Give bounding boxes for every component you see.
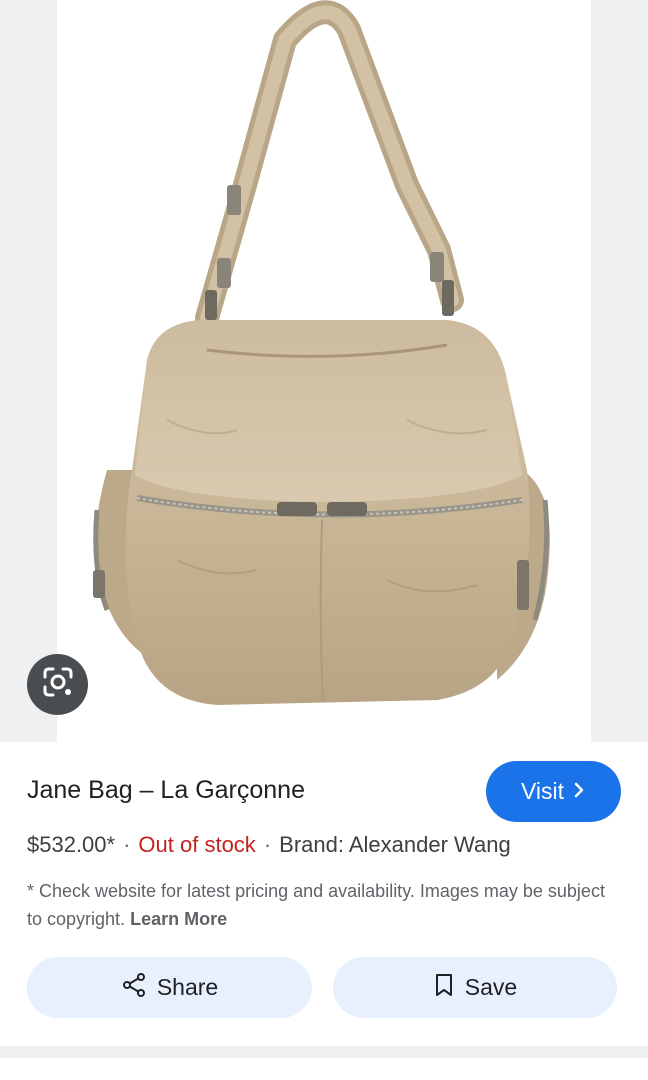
visit-button[interactable]: Visit <box>486 761 621 822</box>
product-brand: Brand: Alexander Wang <box>279 832 511 857</box>
save-button[interactable]: Save <box>333 957 617 1018</box>
bottom-navigation-bar <box>0 1058 648 1080</box>
share-icon <box>121 972 147 1004</box>
visit-button-label: Visit <box>520 778 565 804</box>
disclaimer-body: * Check website for latest pricing and a… <box>27 881 605 929</box>
product-image[interactable] <box>57 0 591 742</box>
section-divider <box>0 1046 648 1058</box>
bookmark-icon <box>433 972 455 1004</box>
product-title: Jane Bag – La Garçonne <box>27 776 305 804</box>
share-button[interactable]: Share <box>27 957 312 1018</box>
separator-dot: · <box>123 832 131 857</box>
handbag-image <box>93 0 550 705</box>
product-image-area <box>0 0 648 742</box>
chevron-right-icon <box>572 778 586 805</box>
product-meta: $532.00* · Out of stock · Brand: Alexander W… <box>27 832 511 858</box>
disclaimer-text: * Check website for latest pricing and a… <box>27 877 617 933</box>
google-lens-button[interactable] <box>27 654 88 715</box>
product-price: $532.00* <box>27 832 116 857</box>
save-button-label: Save <box>464 974 518 1000</box>
stock-status: Out of stock <box>138 832 256 857</box>
google-lens-icon <box>41 665 75 704</box>
share-button-label: Share <box>156 974 219 1000</box>
separator-dot: · <box>263 832 272 857</box>
learn-more-link[interactable]: Learn More <box>130 909 227 929</box>
